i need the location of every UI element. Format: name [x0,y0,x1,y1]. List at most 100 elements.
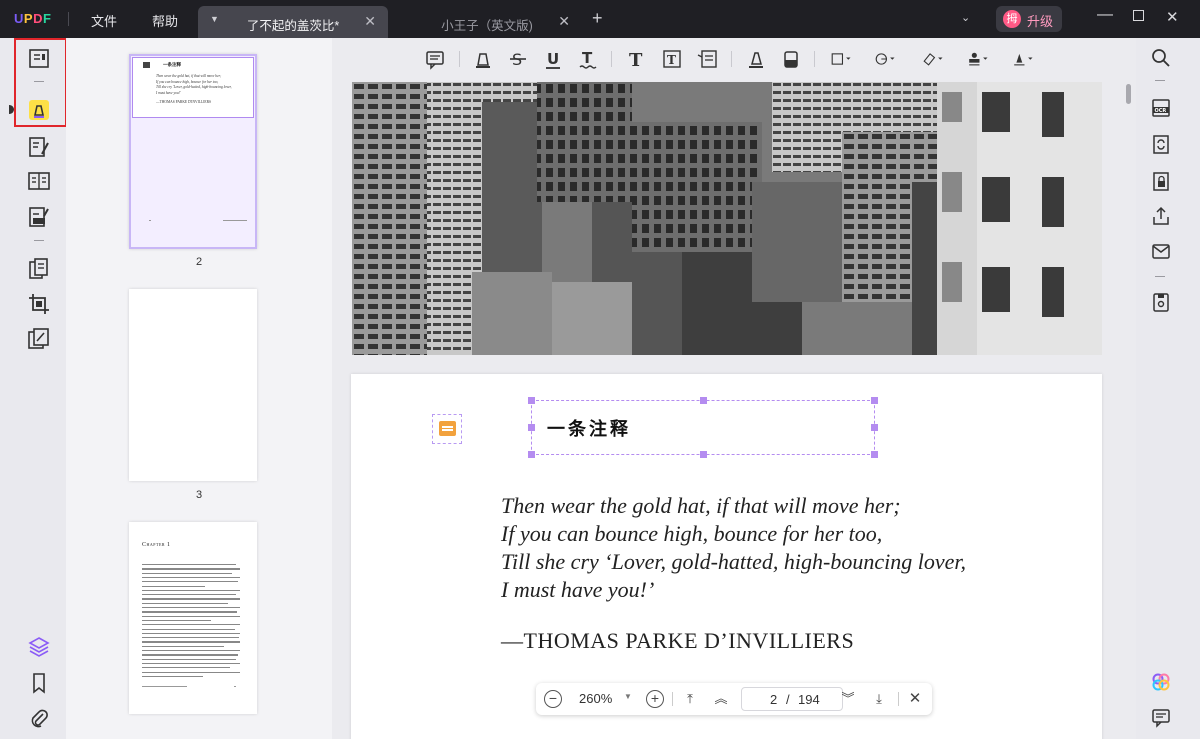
sticky-note-icon[interactable] [424,48,446,70]
thumbnail-text-line [142,615,240,617]
attachment-icon[interactable] [26,705,52,731]
edit-pdf-icon[interactable] [26,134,52,160]
reader-icon[interactable] [26,46,52,72]
pencil-icon[interactable] [745,48,767,70]
bookmark-icon[interactable] [26,670,52,696]
title-bar: UPDF 文件 帮助 ▼ 了不起的盖茨比* ✕ 小王子（英文版) ✕ + ⌄ 拇… [0,0,1200,38]
stamp-icon[interactable] [967,48,997,70]
upgrade-button[interactable]: 拇 升级 [996,6,1062,32]
protect-icon[interactable] [1150,170,1172,192]
thumbnail-footer [142,686,187,688]
svg-text:T: T [582,49,593,67]
vertical-scrollbar[interactable] [1126,84,1131,104]
maximize-icon[interactable] [1133,10,1144,21]
previous-page-icon[interactable]: ︽ [711,689,731,709]
document-viewer: S U T T T [332,38,1136,739]
close-tab-icon[interactable]: ✕ [364,13,376,30]
text-box-icon[interactable]: T [661,48,683,70]
text-callout-icon[interactable] [696,48,718,70]
strikethrough-icon[interactable]: S [507,48,529,70]
svg-text:T: T [667,53,676,67]
thumbnail-text-line [142,628,236,630]
thumbnail-text-line [142,675,203,678]
highlight-icon[interactable] [472,48,494,70]
thumbnail-text-line [142,650,240,652]
annotation-text[interactable]: 一条注释 [547,415,631,441]
layers-icon[interactable] [26,634,52,660]
crop-icon[interactable] [26,291,52,317]
tab-active-document[interactable]: ▼ 了不起的盖茨比* ✕ [198,6,388,38]
thumbnail-page-2[interactable]: 一条注释 Then wear the gold hat, if that wil… [129,54,257,249]
zoom-level[interactable]: 260% [579,691,612,706]
page-number-field[interactable]: 2 / 194 [741,687,843,711]
thumbnail-footer [223,220,247,221]
signature-icon[interactable] [1012,48,1042,70]
sticker-icon[interactable] [874,48,904,70]
resize-handle[interactable] [528,397,535,404]
comment-icon[interactable] [26,97,52,123]
chevron-down-icon[interactable]: ⌄ [961,11,970,24]
annotation-text-box[interactable]: 一条注释 [528,397,878,458]
current-page[interactable]: 2 [770,692,777,707]
underline-icon[interactable]: U [542,48,564,70]
share-icon[interactable] [1150,205,1172,227]
thumbnail-text-line [142,572,233,574]
thumbnail-text-line [142,619,211,622]
watermark-icon[interactable] [26,326,52,352]
svg-text:U: U [547,50,559,68]
new-tab-icon[interactable]: + [592,8,603,29]
resize-handle[interactable] [871,451,878,458]
resize-handle[interactable] [700,397,707,404]
minimize-icon[interactable]: — [1097,6,1113,24]
tab-document[interactable]: 小王子（英文版) ✕ [392,6,582,38]
next-page-icon[interactable]: ︾ [838,689,858,709]
form-icon[interactable] [26,168,52,194]
email-icon[interactable] [1150,240,1172,262]
squiggly-icon[interactable]: T [577,48,599,70]
measure-icon[interactable] [922,48,952,70]
first-page-icon[interactable]: ⤒ [680,689,700,709]
thumbnail-text-line [142,658,237,660]
thumbnail-page-4[interactable]: Chapter 1 [129,522,257,714]
fill-sign-icon[interactable] [26,204,52,230]
left-toolbar [9,38,67,739]
zoom-dropdown-icon[interactable]: ▼ [624,692,632,701]
last-page-icon[interactable]: ⤓ [869,689,889,709]
text-icon[interactable]: T [626,48,648,71]
chat-icon[interactable] [1150,706,1172,728]
svg-text:OCR: OCR [1155,108,1167,114]
poem-line: Till she cry ‘Lover, gold-hatted, high-b… [501,549,966,574]
convert-icon[interactable] [1150,133,1172,155]
search-icon[interactable] [1150,47,1172,69]
menu-help[interactable]: 帮助 [152,11,178,30]
shape-icon[interactable] [830,48,860,70]
zoom-in-icon[interactable]: + [646,690,664,708]
tab-label: 小王子（英文版) [441,19,533,33]
poem-line: Then wear the gold hat, if that will mov… [501,493,901,518]
resize-handle[interactable] [528,451,535,458]
resize-handle[interactable] [700,451,707,458]
resize-handle[interactable] [871,424,878,431]
close-tab-icon[interactable]: ✕ [558,13,570,30]
close-window-icon[interactable]: ✕ [1166,8,1179,26]
resize-handle[interactable] [871,397,878,404]
resize-handle[interactable] [528,424,535,431]
thumbnail-author: —THOMAS PARKE D'INVILLIERS [156,100,212,104]
zoom-out-icon[interactable]: − [544,690,562,708]
close-navigation-icon[interactable]: ✕ [905,689,925,709]
divider [34,81,44,82]
organize-pages-icon[interactable] [26,256,52,282]
ocr-icon[interactable]: OCR [1150,97,1172,119]
comment-note-icon[interactable] [432,414,462,444]
thumbnail-page-3[interactable] [129,289,257,481]
ai-icon[interactable] [1150,671,1172,693]
save-icon[interactable] [1150,291,1172,313]
thumbnail-note-text: 一条注释 [163,62,181,67]
menu-file[interactable]: 文件 [91,11,117,30]
tab-label: 了不起的盖茨比* [246,19,340,33]
note-icon [143,62,150,68]
annotation-toolbar: S U T T T [332,38,1136,80]
eraser-icon[interactable] [780,48,802,70]
thumbnail-text-line: Then wear the gold hat, if that will mov… [156,74,222,78]
thumbnail-text-line [142,594,237,596]
